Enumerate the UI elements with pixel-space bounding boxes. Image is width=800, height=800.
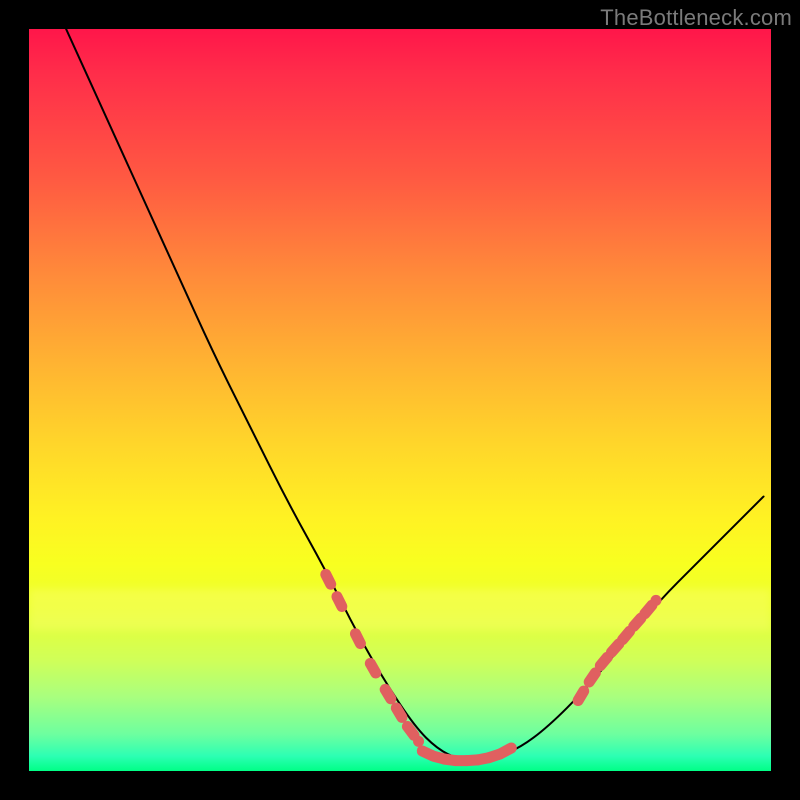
left-dashed-highlight-dash [396, 708, 402, 717]
left-dashed-highlight-dash [385, 689, 391, 698]
bottleneck-curve [66, 29, 763, 760]
left-dashed-highlight-dash [407, 726, 414, 735]
left-dashed-highlight-dash [337, 597, 342, 607]
left-dashed-highlight-dash [326, 574, 331, 584]
left-dashed-highlight-dash [355, 634, 360, 644]
right-dashed-highlight-dash [578, 691, 584, 700]
curve-layer [29, 29, 771, 771]
chart-frame: TheBottleneck.com [0, 0, 800, 800]
watermark-text: TheBottleneck.com [600, 5, 792, 31]
right-dashed-highlight-dash [623, 631, 630, 639]
right-dashed-highlight-dash [600, 657, 607, 665]
plot-area [29, 29, 771, 771]
right-dashed-highlight-dash [645, 605, 652, 613]
right-dashed-highlight-dash [589, 673, 595, 682]
right-dashed-highlight-dash [611, 644, 618, 652]
right-dashed-highlight-dash [634, 618, 641, 626]
left-dashed-highlight-dash [370, 663, 375, 673]
